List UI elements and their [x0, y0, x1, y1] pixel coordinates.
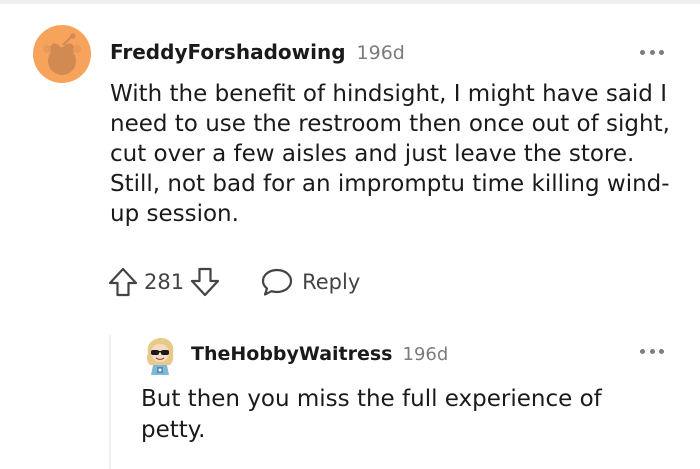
dot — [640, 49, 645, 55]
dot — [659, 49, 664, 55]
comment-age: 196d — [356, 42, 405, 64]
comment-header: FreddyForshadowing 196d — [110, 40, 405, 68]
dot — [649, 49, 655, 55]
dot — [659, 348, 664, 354]
cartoon-avatar-icon — [146, 338, 174, 375]
comment-actions: 281 Reply — [106, 262, 360, 302]
comment-avatar[interactable] — [33, 25, 91, 83]
reply-avatar[interactable] — [140, 335, 180, 375]
dot — [649, 348, 655, 354]
comment-username[interactable]: FreddyForshadowing — [110, 40, 346, 64]
reply-age: 196d — [402, 344, 449, 365]
upvote-icon[interactable] — [106, 265, 140, 299]
downvote-icon[interactable] — [188, 265, 222, 299]
top-divider — [0, 0, 700, 4]
reply-button[interactable]: Reply — [260, 266, 360, 298]
vote-score: 281 — [144, 270, 185, 294]
dot — [640, 348, 645, 354]
reply-username[interactable]: TheHobbyWaitress — [191, 343, 393, 365]
reply-header: TheHobbyWaitress 196d — [191, 343, 448, 365]
reply-body: But then you miss the full experience of… — [141, 386, 602, 443]
snoo-avatar-icon — [33, 25, 91, 83]
comment-body: With the benefit of hindsight, I might h… — [110, 81, 670, 227]
reply-label: Reply — [302, 270, 361, 294]
speech-bubble-icon — [261, 268, 293, 296]
more-dots-icon[interactable] — [640, 346, 664, 356]
thread-line[interactable] — [109, 335, 111, 469]
more-dots-icon[interactable] — [640, 47, 664, 57]
